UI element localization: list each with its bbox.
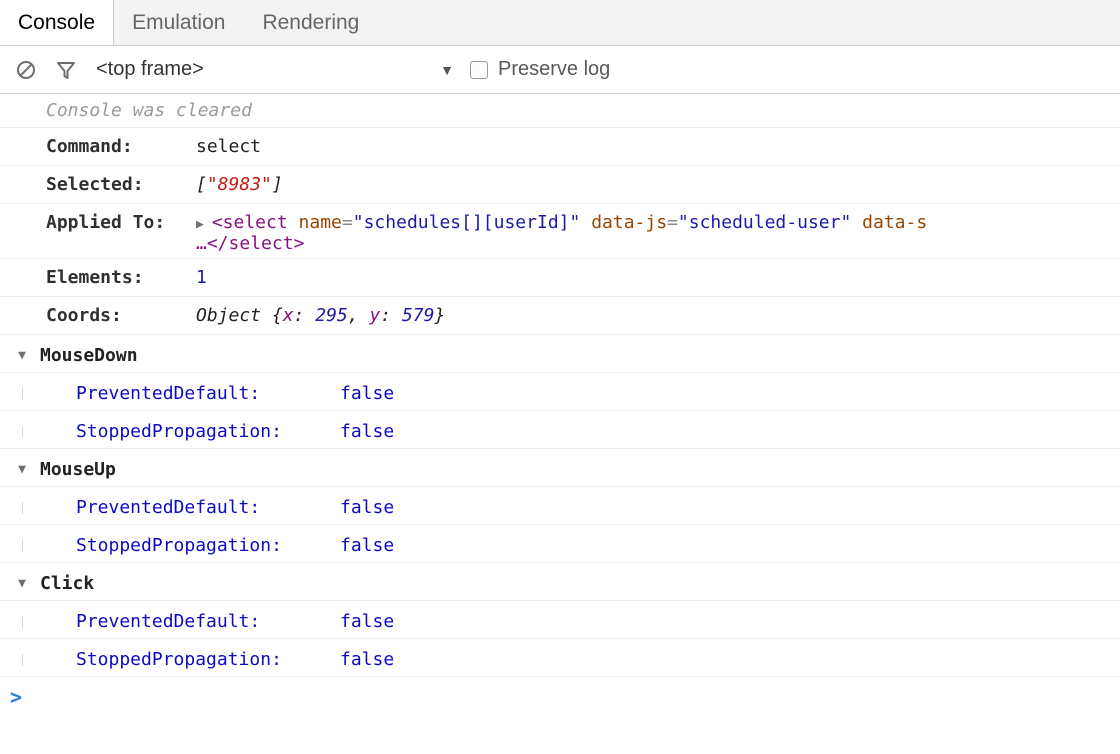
tag-name: select	[223, 212, 288, 233]
disclosure-triangle-icon[interactable]: ▼	[10, 348, 34, 363]
eq: =	[342, 212, 353, 233]
log-row-command: Command: select	[0, 128, 1120, 166]
filter-icon[interactable]	[54, 58, 78, 82]
preserve-log-label: Preserve log	[498, 58, 610, 81]
tab-emulation[interactable]: Emulation	[114, 0, 244, 45]
log-key: Command:	[46, 132, 196, 157]
quote: "	[840, 212, 851, 233]
attr-val: scheduled-user	[689, 212, 841, 233]
disclosure-triangle-icon[interactable]: ▼	[10, 576, 34, 591]
clear-console-icon[interactable]	[14, 58, 38, 82]
angle-bracket: </	[207, 233, 229, 254]
log-value[interactable]: ▶<select name="schedules[][userId]" data…	[196, 208, 1120, 254]
bracket: [	[196, 174, 207, 195]
console-cleared-msg: Console was cleared	[0, 94, 1120, 128]
string-literal: "8983"	[207, 174, 272, 195]
group-name: MouseDown	[40, 345, 138, 366]
sub-val: false	[340, 535, 394, 556]
quote: "	[570, 212, 581, 233]
group-row: StoppedPropagation: false	[0, 639, 1120, 677]
expand-triangle-icon[interactable]: ▶	[196, 217, 204, 232]
log-row-applied-to: Applied To: ▶<select name="schedules[][u…	[0, 204, 1120, 259]
console-log: Console was cleared Command: select Sele…	[0, 94, 1120, 717]
quote: "	[678, 212, 689, 233]
sub-key: PreventedDefault:	[30, 611, 340, 632]
group-row: StoppedPropagation: false	[0, 411, 1120, 449]
log-value: 1	[196, 263, 1120, 288]
angle-bracket: <	[212, 212, 223, 233]
colon: :	[294, 305, 316, 326]
tag-name: select	[229, 233, 294, 254]
group-name: Click	[40, 573, 94, 594]
attr-name: data-js	[591, 212, 667, 233]
log-key: Coords:	[46, 301, 196, 326]
sub-key: StoppedPropagation:	[30, 535, 340, 556]
sep: ,	[348, 305, 370, 326]
execution-context-select[interactable]: <top frame> ▼	[94, 58, 454, 81]
obj-key: y	[369, 305, 380, 326]
sub-val: false	[340, 497, 394, 518]
log-row-coords: Coords: Object {x: 295, y: 579}	[0, 297, 1120, 335]
log-value: ["8983"]	[196, 170, 1120, 195]
log-row-elements: Elements: 1	[0, 259, 1120, 297]
console-toolbar: <top frame> ▼ Preserve log	[0, 46, 1120, 94]
attr-name: data-s	[862, 212, 927, 233]
attr-name: name	[299, 212, 342, 233]
prompt-caret-icon: >	[10, 685, 22, 709]
console-input-prompt[interactable]: >	[0, 677, 1120, 717]
group-head-mousedown[interactable]: ▼ MouseDown	[0, 335, 1120, 373]
sub-key: PreventedDefault:	[30, 383, 340, 404]
tab-console[interactable]: Console	[0, 0, 114, 45]
obj-val: 295	[315, 305, 348, 326]
sub-val: false	[340, 649, 394, 670]
log-key: Selected:	[46, 170, 196, 195]
group-row: StoppedPropagation: false	[0, 525, 1120, 563]
log-key: Elements:	[46, 263, 196, 288]
sub-val: false	[340, 611, 394, 632]
sub-key: StoppedPropagation:	[30, 421, 340, 442]
angle-bracket: >	[294, 233, 305, 254]
sub-key: StoppedPropagation:	[30, 649, 340, 670]
chevron-down-icon: ▼	[440, 62, 454, 78]
group-row: PreventedDefault: false	[0, 601, 1120, 639]
execution-context-label: <top frame>	[96, 58, 204, 81]
devtools-tabbar: Console Emulation Rendering	[0, 0, 1120, 46]
tab-rendering[interactable]: Rendering	[244, 0, 378, 45]
bracket: ]	[272, 174, 283, 195]
obj-suffix: }	[434, 305, 445, 326]
obj-key: x	[283, 305, 294, 326]
group-row: PreventedDefault: false	[0, 373, 1120, 411]
sub-key: PreventedDefault:	[30, 497, 340, 518]
obj-val: 579	[402, 305, 435, 326]
log-row-selected: Selected: ["8983"]	[0, 166, 1120, 204]
eq: =	[667, 212, 678, 233]
attr-val: schedules[][userId]	[364, 212, 570, 233]
log-value: select	[196, 132, 1120, 157]
sub-val: false	[340, 383, 394, 404]
ellipsis: …	[196, 233, 207, 254]
group-row: PreventedDefault: false	[0, 487, 1120, 525]
group-name: MouseUp	[40, 459, 116, 480]
group-head-click[interactable]: ▼ Click	[0, 563, 1120, 601]
disclosure-triangle-icon[interactable]: ▼	[10, 462, 34, 477]
preserve-log-checkbox[interactable]	[470, 61, 488, 79]
obj-prefix: Object {	[196, 305, 283, 326]
sub-val: false	[340, 421, 394, 442]
group-head-mouseup[interactable]: ▼ MouseUp	[0, 449, 1120, 487]
log-value[interactable]: Object {x: 295, y: 579}	[196, 301, 1120, 326]
preserve-log-control[interactable]: Preserve log	[470, 58, 610, 81]
log-key: Applied To:	[46, 208, 196, 233]
quote: "	[353, 212, 364, 233]
colon: :	[380, 305, 402, 326]
